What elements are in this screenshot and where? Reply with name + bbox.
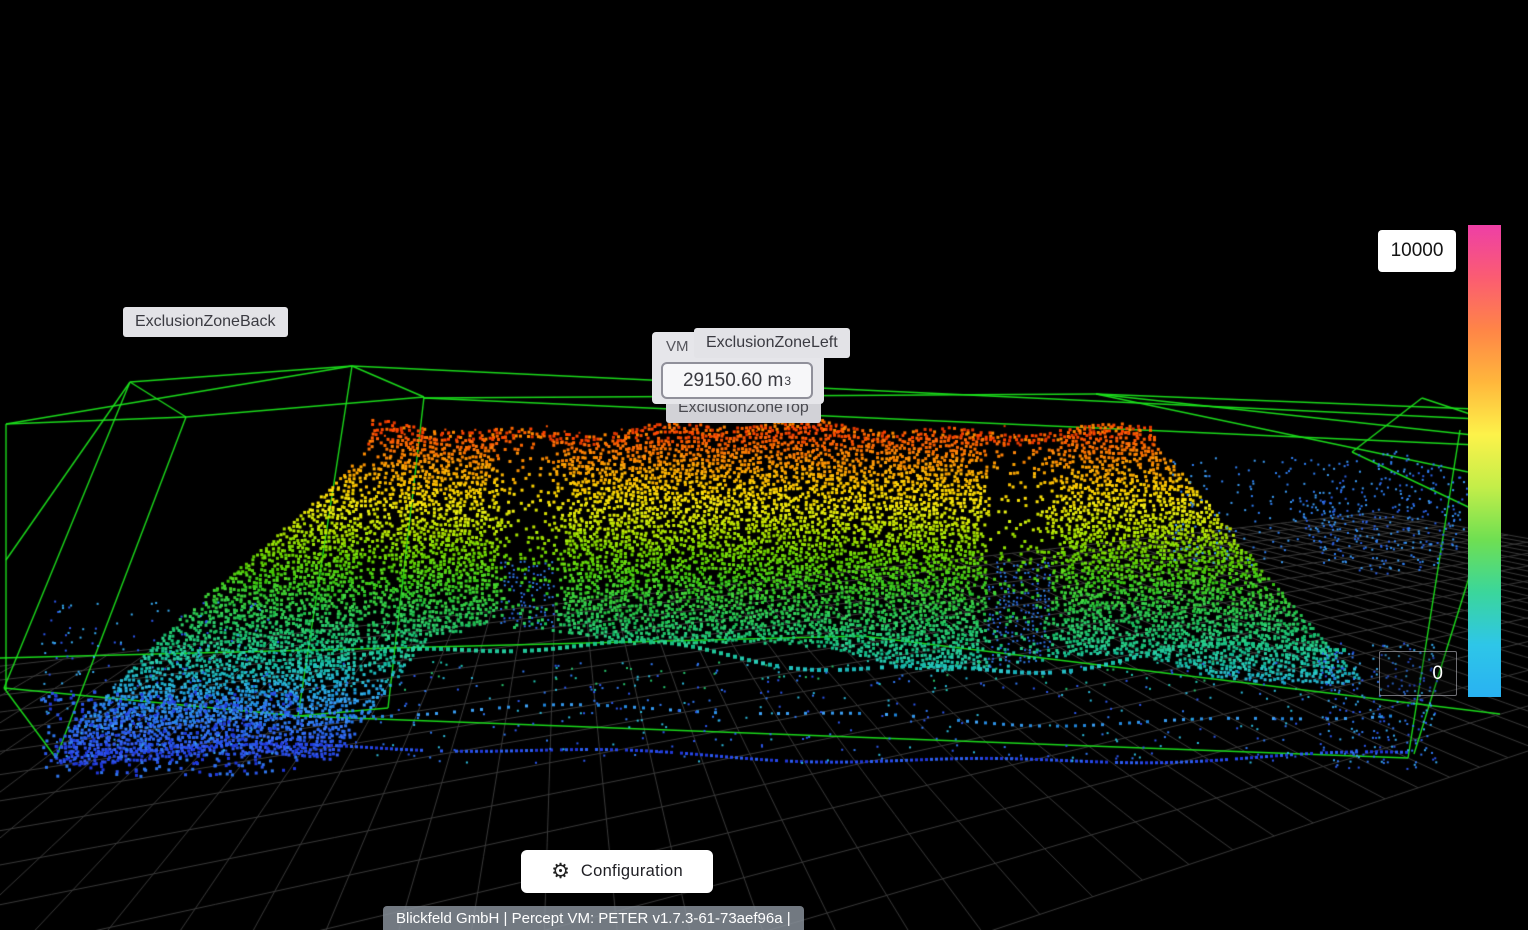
gear-icon: ⚙ — [551, 861, 570, 882]
footer-version-bar: Blickfeld GmbH | Percept VM: PETER v1.7.… — [383, 906, 804, 930]
vm-volume-exponent: 3 — [784, 374, 791, 388]
scene-canvas[interactable] — [0, 0, 1528, 930]
vm-volume-value: 29150.60 m3 — [661, 362, 813, 399]
zone-label-left: ExclusionZoneLeft — [694, 328, 850, 358]
vm-volume-number: 29150.60 m — [683, 370, 783, 392]
zone-label-back: ExclusionZoneBack — [123, 307, 288, 337]
configuration-button[interactable]: ⚙ Configuration — [521, 850, 713, 893]
colorbar-min-input[interactable]: 0 — [1379, 651, 1457, 696]
colorbar-max-input[interactable]: 10000 — [1378, 230, 1456, 272]
configuration-button-label: Configuration — [581, 862, 683, 881]
vm-title: VM — [666, 338, 689, 355]
colorbar-gradient — [1468, 225, 1501, 697]
